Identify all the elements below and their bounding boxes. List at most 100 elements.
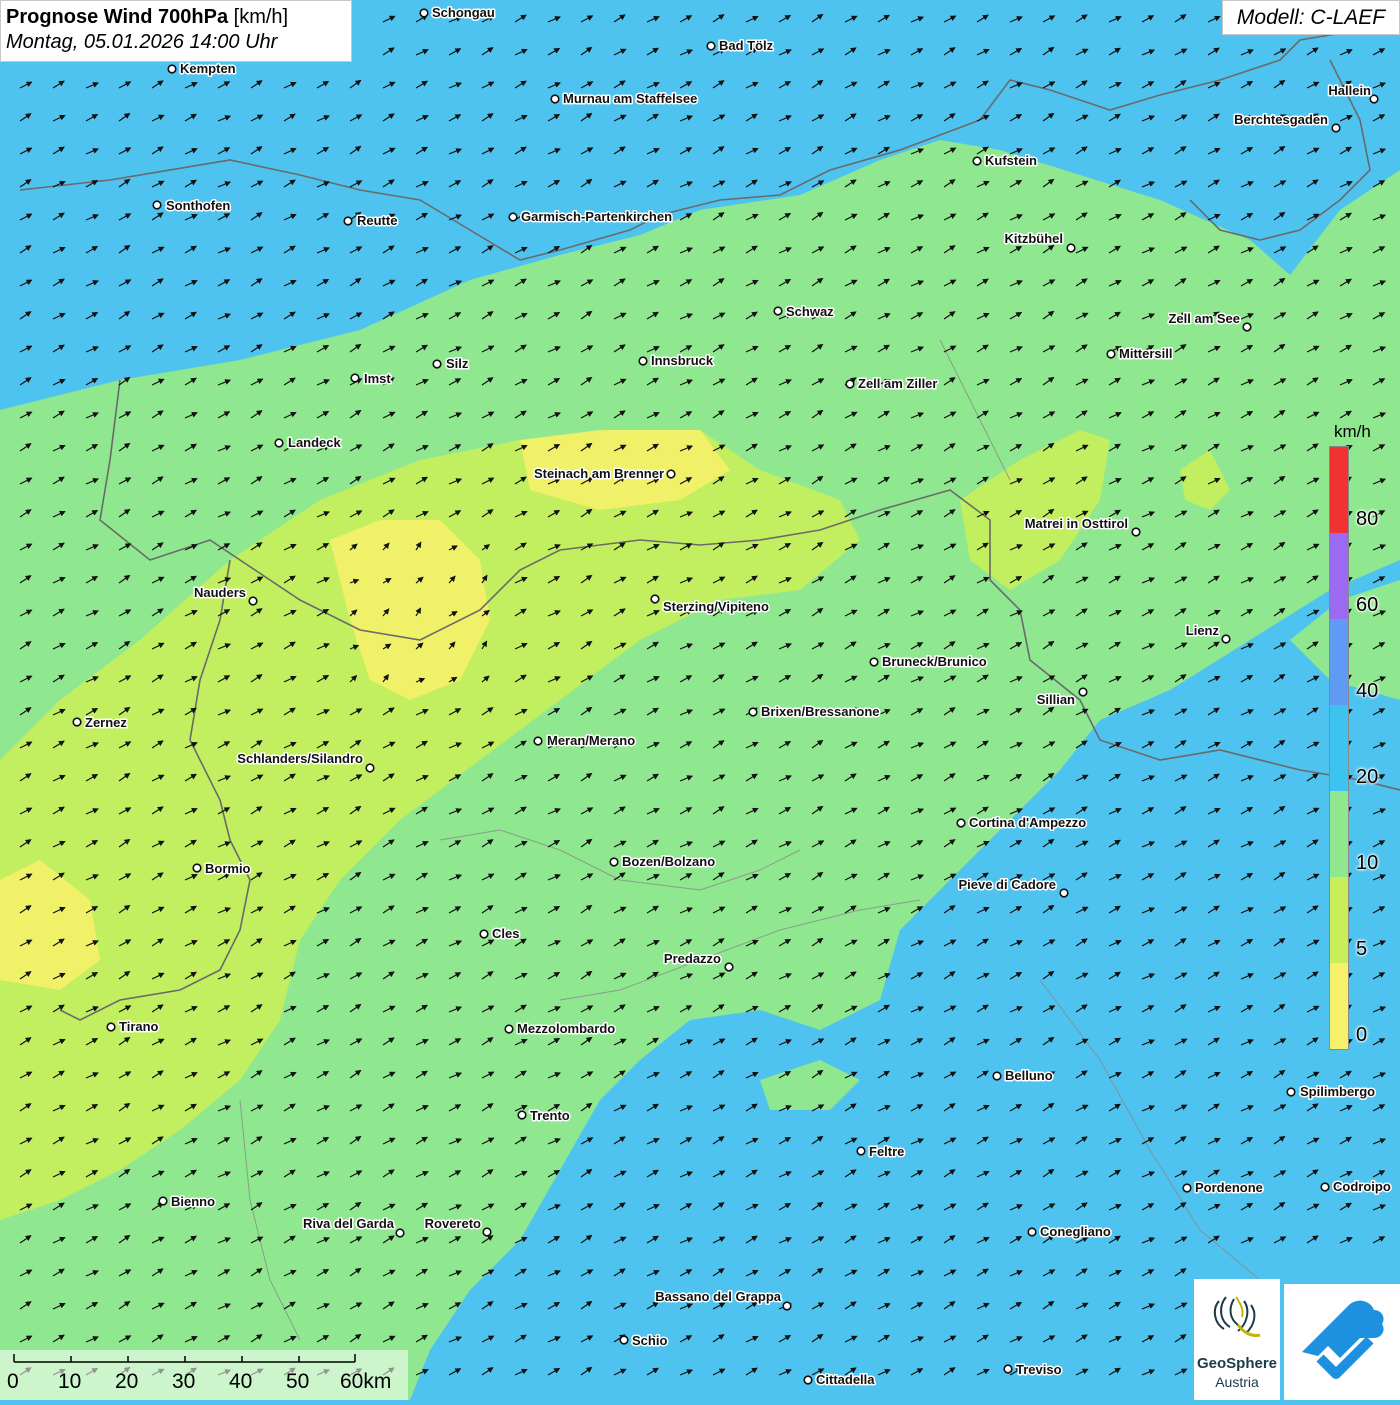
city-marker xyxy=(106,1022,116,1032)
legend-seg-over80 xyxy=(1330,447,1348,533)
city-marker xyxy=(508,212,518,222)
city-marker xyxy=(482,1227,492,1237)
scale-label: 60km xyxy=(340,1370,392,1393)
weather-app-logo[interactable] xyxy=(1284,1284,1400,1400)
city-label: Lienz xyxy=(1186,623,1220,638)
city-marker xyxy=(72,717,82,727)
city-marker xyxy=(1221,634,1231,644)
city-marker xyxy=(619,1335,629,1345)
city-marker xyxy=(1027,1227,1037,1237)
city-label: Treviso xyxy=(1016,1362,1062,1377)
color-legend: km/h 80 60 40 20 10 5 0 xyxy=(1322,420,1388,1060)
city-label: Berchtesgaden xyxy=(1234,112,1328,127)
city-label: Meran/Merano xyxy=(547,733,635,748)
city-marker xyxy=(1078,687,1088,697)
legend-seg-0-5 xyxy=(1330,963,1348,1049)
city-marker xyxy=(1106,349,1116,359)
city-marker xyxy=(343,216,353,226)
legend-tick: 20 xyxy=(1356,766,1379,788)
city-label: Sonthofen xyxy=(166,198,230,213)
geosphere-name: GeoSphere xyxy=(1196,1355,1278,1372)
city-marker xyxy=(432,359,442,369)
geosphere-country: Austria xyxy=(1215,1374,1259,1390)
city-marker xyxy=(706,41,716,51)
legend-unit: km/h xyxy=(1334,422,1371,441)
legend-seg-40-60 xyxy=(1330,619,1348,705)
city-marker xyxy=(650,594,660,604)
scale-ruler xyxy=(13,1354,356,1363)
legend-tick: 10 xyxy=(1356,852,1379,874)
city-label: Riva del Garda xyxy=(303,1216,395,1231)
scale-label: 20 xyxy=(115,1370,139,1393)
city-label: Pieve di Cadore xyxy=(958,877,1056,892)
legend-seg-5-10 xyxy=(1330,877,1348,963)
city-label: Zell am See xyxy=(1168,311,1240,326)
city-marker xyxy=(1131,527,1141,537)
city-marker xyxy=(167,64,177,74)
legend-tick: 40 xyxy=(1356,680,1379,702)
city-marker xyxy=(395,1228,405,1238)
city-label: Schio xyxy=(632,1333,667,1348)
city-label: Zell am Ziller xyxy=(858,376,937,391)
city-label: Predazzo xyxy=(664,951,721,966)
city-marker xyxy=(419,8,429,18)
city-label: Feltre xyxy=(869,1144,904,1159)
forecast-datetime: Montag, 05.01.2026 14:00 Uhr xyxy=(6,31,278,53)
city-label: Matrei in Osttirol xyxy=(1025,516,1128,531)
city-label: Kempten xyxy=(180,61,236,76)
city-label: Trento xyxy=(530,1108,570,1123)
city-marker xyxy=(869,657,879,667)
city-label: Imst xyxy=(364,371,391,386)
legend-bar xyxy=(1329,446,1349,1050)
city-label: Bad Tölz xyxy=(719,38,774,53)
city-label: Spilimbergo xyxy=(1300,1084,1375,1099)
city-label: Brixen/Bressanone xyxy=(761,704,880,719)
city-marker xyxy=(972,156,982,166)
geosphere-emblem-icon xyxy=(1213,1296,1261,1337)
city-marker xyxy=(274,438,284,448)
city-label: Cittadella xyxy=(816,1372,875,1387)
city-marker xyxy=(152,200,162,210)
legend-seg-10-20 xyxy=(1330,791,1348,877)
city-label: Nauders xyxy=(194,585,246,600)
map-title-unit: [km/h] xyxy=(233,6,289,28)
city-label: Innsbruck xyxy=(651,353,714,368)
city-label: Bozen/Bolzano xyxy=(622,854,715,869)
city-marker xyxy=(365,763,375,773)
city-marker xyxy=(1003,1364,1013,1374)
city-label: Belluno xyxy=(1005,1068,1053,1083)
scale-label: 50 xyxy=(286,1370,310,1393)
city-marker xyxy=(517,1110,527,1120)
city-label: Kitzbühel xyxy=(1005,231,1064,246)
city-label: Cles xyxy=(492,926,519,941)
city-label: Silz xyxy=(446,356,469,371)
legend-seg-60-80 xyxy=(1330,533,1348,619)
scale-label: 30 xyxy=(172,1370,196,1393)
city-label: Bienno xyxy=(171,1194,215,1209)
mountain-cloud-icon xyxy=(1302,1300,1384,1379)
city-label: Zernez xyxy=(85,715,127,730)
scale-bar: 0 10 20 30 40 50 60km xyxy=(0,1350,408,1400)
city-label: Cortina d'Ampezzo xyxy=(969,815,1086,830)
city-marker xyxy=(1242,322,1252,332)
scale-label: 0 xyxy=(7,1370,19,1393)
city-marker xyxy=(504,1024,514,1034)
city-marker xyxy=(992,1071,1002,1081)
city-marker xyxy=(956,818,966,828)
city-label: Garmisch-Partenkirchen xyxy=(521,209,672,224)
city-marker xyxy=(350,373,360,383)
city-marker xyxy=(158,1196,168,1206)
map-title: Prognose Wind 700hPa [km/h] xyxy=(6,5,351,29)
city-label: Landeck xyxy=(288,435,342,450)
legend-tick: 80 xyxy=(1356,508,1379,530)
city-label: Bruneck/Brunico xyxy=(882,654,987,669)
city-marker xyxy=(638,356,648,366)
map-title-main: Prognose Wind 700hPa xyxy=(6,6,229,28)
city-label: Sterzing/Vipiteno xyxy=(663,599,769,614)
city-marker xyxy=(1286,1087,1296,1097)
geosphere-logo[interactable]: GeoSphere Austria xyxy=(1194,1279,1280,1400)
city-label: Schlanders/Silandro xyxy=(237,751,363,766)
city-marker xyxy=(1059,888,1069,898)
legend-tick: 0 xyxy=(1356,1024,1368,1046)
city-marker xyxy=(666,469,676,479)
